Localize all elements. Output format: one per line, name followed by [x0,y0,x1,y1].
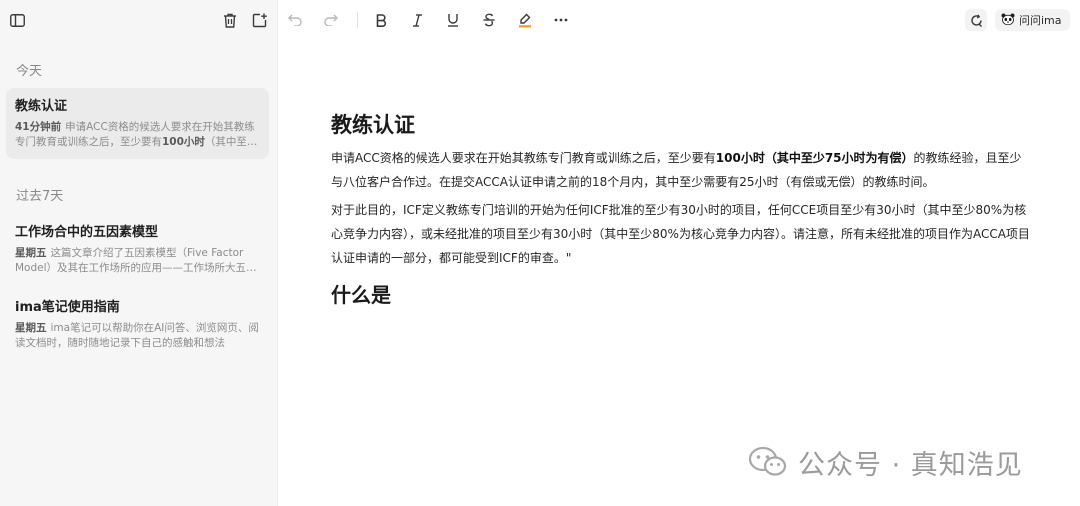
sidebar-toggle-icon[interactable] [6,9,28,31]
sidebar-toolbar [0,0,278,40]
section-label-past-7-days: 过去7天 [16,189,64,204]
notes-sidebar: 今天 教练认证 41分钟前 申请ACC资格的候选人要求在开始其教练专门教育或训练之… [0,0,278,506]
note-preview: 星期五 这篇文章介绍了五因素模型（Five Factor Model）及其在工作场… [15,246,260,276]
bold-icon[interactable] [370,9,392,31]
paragraph-bold: 100小时（其中至少75小时为有偿） [715,151,914,165]
note-preview: 41分钟前 申请ACC资格的候选人要求在开始其教练专门教育或训练之后，至少要有10… [15,120,260,150]
note-time: 星期五 [15,247,47,259]
note-list-item[interactable]: 工作场合中的五因素模型 星期五 这篇文章介绍了五因素模型（Five Factor … [6,214,269,280]
note-time: 星期五 [15,322,47,334]
ai-refresh-button[interactable] [965,9,987,31]
undo-icon[interactable] [284,9,306,31]
note-editor: 问问ima 教练认证 申请ACC资格的候选人要求在开始其教练专门教育或训练之后，… [279,0,1080,506]
document-title: 教练认证 [331,113,415,137]
toolbar-divider [357,12,358,28]
trash-icon[interactable] [219,9,241,31]
note-preview-text: ima笔记可以帮助你在AI问答、浏览网页、阅读文档时，随时随地记录下自己的感触和… [15,322,259,349]
ask-ima-label: 问问ima [1019,14,1062,27]
new-note-icon[interactable] [248,9,270,31]
strikethrough-icon[interactable] [478,9,500,31]
wechat-icon [748,446,787,476]
note-list-item[interactable]: 教练认证 41分钟前 申请ACC资格的候选人要求在开始其教练专门教育或训练之后，至… [6,88,269,159]
note-list-item[interactable]: ima笔记使用指南 星期五 ima笔记可以帮助你在AI问答、浏览网页、阅读文档时，… [6,289,269,355]
watermark-text: 公众号 · 真知浩见 [798,449,1023,481]
note-preview: 星期五 ima笔记可以帮助你在AI问答、浏览网页、阅读文档时，随时随地记录下自己的… [15,321,260,351]
note-time: 41分钟前 [15,121,62,133]
panda-icon [1001,13,1015,28]
note-preview-text: 这篇文章介绍了五因素模型（Five Factor Model）及其在工作场所的应… [15,247,257,274]
editor-toolbar: 问问ima [279,0,1080,40]
note-title: 教练认证 [15,99,68,114]
note-preview-bold: 100小时 [162,136,205,148]
document-body[interactable]: 教练认证 申请ACC资格的候选人要求在开始其教练专门教育或训练之后，至少要有10… [331,108,1031,310]
paragraph: 对于此目的，ICF定义教练专门培训的开始为任何ICF批准的至少有30小时的项目，… [331,203,1030,265]
app-window: 今天 教练认证 41分钟前 申请ACC资格的候选人要求在开始其教练专门教育或训练之… [0,0,1080,506]
note-title: ima笔记使用指南 [15,300,120,315]
underline-icon[interactable] [442,9,464,31]
paragraph: 申请ACC资格的候选人要求在开始其教练专门教育或训练之后，至少要有100小时（其… [331,146,1031,194]
more-icon[interactable] [550,9,572,31]
paragraph-text: 申请ACC资格的候选人要求在开始其教练专门教育或训练之后，至少要有 [331,151,716,165]
section-heading: 什么是 [331,283,391,307]
watermark: 公众号 · 真知浩见 [748,444,1023,481]
highlight-icon[interactable] [514,9,536,31]
refresh-icon [970,13,982,27]
redo-icon[interactable] [320,9,342,31]
section-label-today: 今天 [16,64,43,79]
ask-ima-button[interactable]: 问问ima [995,9,1070,31]
note-title: 工作场合中的五因素模型 [15,225,159,240]
italic-icon[interactable] [406,9,428,31]
